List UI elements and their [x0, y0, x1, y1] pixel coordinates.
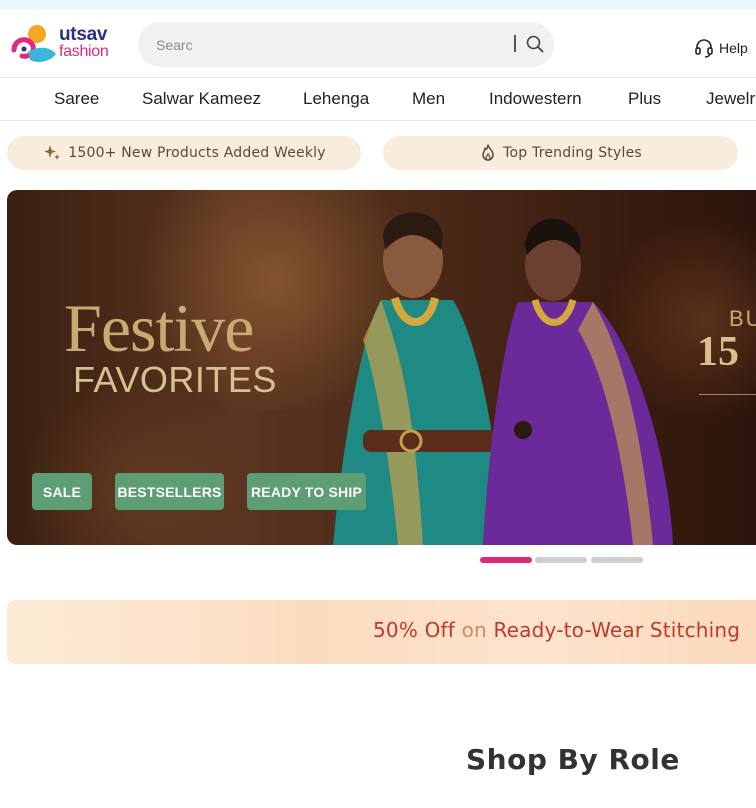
- search-icon[interactable]: [525, 34, 545, 54]
- help-link[interactable]: Help: [694, 37, 748, 59]
- nav-item-men[interactable]: Men: [412, 89, 445, 109]
- promo-top-trending[interactable]: Top Trending Styles: [383, 136, 738, 170]
- logo-line-1: utsav: [59, 24, 108, 45]
- logo-mark-icon: [11, 25, 56, 62]
- carousel-dot-3[interactable]: [591, 557, 643, 563]
- search-input[interactable]: [156, 22, 496, 67]
- category-nav: Saree Salwar Kameez Lehenga Men Indowest…: [0, 78, 756, 120]
- bestsellers-button[interactable]: BESTSELLERS: [115, 473, 224, 510]
- headset-icon: [695, 39, 713, 58]
- offer-service: Ready-to-Wear Stitching: [493, 618, 741, 642]
- hero-title: Festive: [64, 290, 254, 366]
- site-logo[interactable]: utsav fashion: [10, 22, 114, 66]
- search-bar: [138, 22, 554, 67]
- nav-item-saree[interactable]: Saree: [54, 89, 99, 109]
- help-label: Help: [719, 40, 748, 56]
- carousel-dot-2[interactable]: [535, 557, 587, 563]
- sale-button[interactable]: SALE: [32, 473, 92, 510]
- top-strip: [0, 0, 756, 10]
- hero-subtitle: FAVORITES: [73, 359, 277, 400]
- shop-by-role-heading: Shop By Role: [466, 743, 680, 776]
- hero-backdrop-glow: [7, 390, 267, 545]
- search-separator: [514, 35, 516, 52]
- logo-wordmark: utsav fashion: [59, 24, 109, 60]
- ready-to-ship-button[interactable]: READY TO SHIP: [247, 473, 366, 510]
- promo-new-products-label: 1500+ New Products Added Weekly: [68, 145, 326, 161]
- promo-top-trending-label: Top Trending Styles: [503, 145, 642, 161]
- promo-new-products[interactable]: 1500+ New Products Added Weekly: [7, 136, 361, 170]
- site-header: utsav fashion Help: [0, 10, 756, 77]
- hero-banner[interactable]: Festive FAVORITES BU 15 SALE BESTSELLERS…: [7, 190, 756, 545]
- offer-discount: 50% Off: [373, 618, 456, 642]
- offer-on: on: [461, 618, 487, 642]
- nav-item-indowestern[interactable]: Indowestern: [489, 89, 582, 109]
- nav-item-lehenga[interactable]: Lehenga: [303, 89, 369, 109]
- hero-offer-rule: [699, 394, 756, 395]
- hero-offer-line-2: 15: [697, 329, 739, 375]
- carousel-dot-1[interactable]: [480, 557, 532, 563]
- flame-icon: [482, 144, 494, 161]
- nav-divider: [0, 120, 756, 121]
- nav-item-salwar-kameez[interactable]: Salwar Kameez: [142, 89, 261, 109]
- sparkle-icon: [44, 145, 61, 160]
- stitching-offer-banner[interactable]: 50% Off on Ready-to-Wear Stitching: [7, 600, 756, 664]
- nav-item-plus[interactable]: Plus: [628, 89, 661, 109]
- logo-line-2: fashion: [59, 43, 109, 60]
- nav-item-jewelry[interactable]: Jewelr: [706, 89, 755, 109]
- stitching-offer-text: 50% Off on Ready-to-Wear Stitching: [373, 618, 740, 642]
